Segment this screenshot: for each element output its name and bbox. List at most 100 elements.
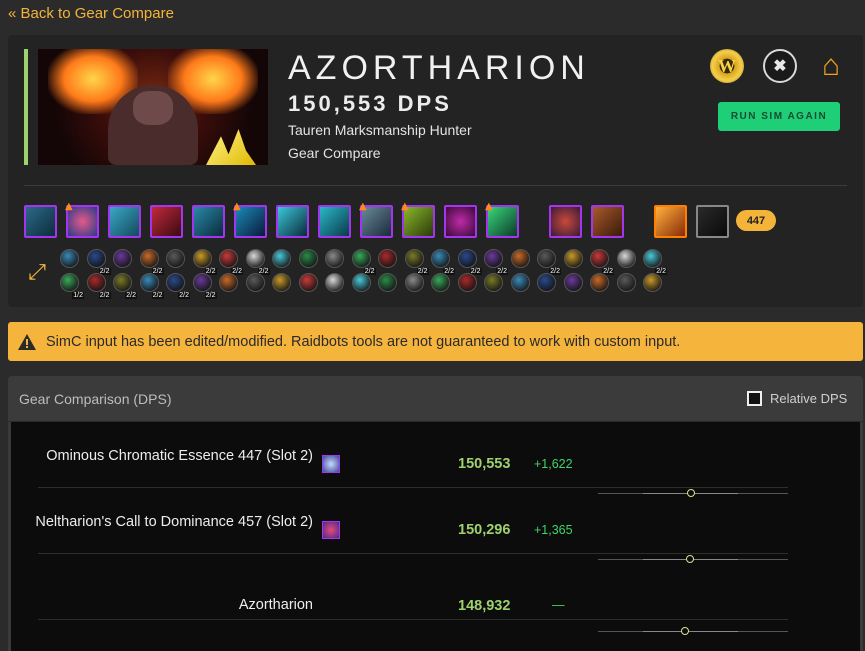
talent-icon[interactable] — [325, 249, 344, 268]
panel-header: Gear Comparison (DPS) Relative DPS — [8, 376, 863, 422]
talent-icon[interactable] — [298, 273, 318, 292]
talent-icon[interactable] — [616, 249, 636, 268]
character-dps: 150,553 DPS — [288, 91, 452, 116]
talent-icon[interactable]: 2/2 — [245, 249, 270, 275]
talent-icon[interactable] — [510, 273, 530, 292]
talent-icon[interactable] — [563, 249, 583, 268]
talent-icon[interactable] — [272, 273, 291, 292]
warning-icon — [18, 333, 36, 350]
gear-neck-icon[interactable]: ▲ — [65, 201, 99, 238]
back-to-gear-compare-link[interactable]: « Back to Gear Compare — [8, 5, 174, 22]
talent-icon[interactable] — [457, 273, 477, 292]
gear-ring1-icon[interactable] — [444, 205, 477, 238]
talent-icon[interactable]: 2/2 — [457, 249, 482, 275]
row-name: Ominous Chromatic Essence 447 (Slot 2) — [46, 448, 313, 464]
relative-dps-toggle[interactable]: Relative DPS — [747, 391, 847, 406]
chromatic-essence-icon[interactable] — [322, 455, 340, 473]
report-type: Gear Compare — [288, 145, 381, 161]
profile-divider — [24, 185, 847, 186]
talent-icon[interactable]: 2/2 — [351, 249, 376, 275]
row-name: Azortharion — [238, 597, 313, 613]
row-dps: 148,932 — [458, 598, 511, 614]
warcraft-logs-icon[interactable]: ✖ — [763, 49, 797, 83]
dps-mean-marker — [681, 627, 689, 635]
profile-card: AZORTHARION 150,553 DPS Tauren Marksmans… — [8, 35, 863, 307]
talent-icon[interactable] — [325, 273, 344, 292]
talent-rank-label: 2/2 — [178, 292, 190, 299]
comparison-table: Ominous Chromatic Essence 447 (Slot 2) 1… — [11, 422, 860, 651]
table-row: Neltharion's Call to Dominance 457 (Slot… — [35, 488, 788, 563]
gear-trinket2-icon[interactable] — [591, 205, 624, 238]
gear-mainhand-icon[interactable] — [654, 205, 687, 238]
talent-icon[interactable] — [60, 249, 79, 268]
gear-hands-icon[interactable] — [276, 205, 309, 238]
talent-icon[interactable] — [272, 249, 291, 268]
dps-range-bar — [598, 627, 788, 635]
run-sim-again-button[interactable]: RUN SIM AGAIN — [718, 102, 840, 131]
gear-trinket1-icon[interactable] — [549, 205, 582, 238]
talent-icon[interactable] — [166, 249, 185, 268]
talent-icon[interactable]: 1/2 — [60, 273, 84, 299]
talent-icon[interactable]: 2/2 — [484, 249, 508, 275]
gear-feet-icon[interactable]: ▲ — [401, 201, 435, 238]
talent-icon[interactable] — [404, 273, 424, 292]
talent-icon[interactable]: 2/2 — [431, 249, 455, 275]
gear-waist-icon[interactable] — [318, 205, 351, 238]
panel-title: Gear Comparison (DPS) — [19, 391, 172, 407]
talent-icon[interactable] — [351, 273, 371, 292]
talent-icon[interactable]: 2/2 — [643, 249, 667, 275]
talent-icon[interactable] — [590, 273, 609, 292]
talent-icon[interactable] — [616, 273, 636, 292]
talent-icon[interactable] — [113, 249, 132, 268]
talent-icon[interactable] — [537, 273, 556, 292]
talent-rank-label: 2/2 — [98, 292, 111, 299]
neltharion-call-icon[interactable] — [322, 521, 340, 539]
talent-icon[interactable] — [643, 273, 662, 292]
relative-dps-checkbox[interactable] — [747, 391, 762, 406]
talent-icon[interactable] — [484, 273, 503, 292]
talent-icon[interactable]: 2/2 — [192, 273, 217, 299]
gear-shoulder-icon[interactable] — [108, 205, 141, 238]
talent-icon[interactable]: 2/2 — [113, 273, 137, 299]
character-spec: Tauren Marksmanship Hunter — [288, 122, 472, 138]
talent-icon[interactable] — [378, 249, 397, 268]
talent-icon[interactable] — [245, 273, 265, 292]
row-delta: — — [552, 598, 565, 612]
talent-icon[interactable]: 2/2 — [139, 273, 164, 299]
raider-io-icon[interactable]: ⌂ — [814, 49, 848, 83]
gear-tabard-icon[interactable] — [696, 205, 729, 238]
wow-armory-icon[interactable]: W — [710, 49, 744, 83]
talent-icon[interactable]: 2/2 — [590, 249, 614, 275]
table-row: Azortharion 148,932 — — [38, 554, 788, 635]
row-name: Neltharion's Call to Dominance 457 (Slot… — [35, 514, 313, 530]
talent-icon[interactable]: 2/2 — [404, 249, 429, 275]
talent-rank-label: 2/2 — [204, 292, 217, 299]
talent-icon[interactable]: 2/2 — [166, 273, 190, 299]
talent-icon[interactable] — [219, 273, 238, 292]
relative-dps-label: Relative DPS — [770, 391, 848, 406]
talent-icon[interactable] — [298, 249, 318, 268]
talent-icon[interactable] — [563, 273, 583, 292]
gear-back-icon[interactable] — [150, 205, 183, 238]
gear-legs-icon[interactable]: ▲ — [359, 201, 393, 238]
gear-ring2-icon[interactable]: ▲ — [485, 201, 519, 238]
talent-icon[interactable]: 2/2 — [192, 249, 217, 275]
talent-icon[interactable]: 2/2 — [139, 249, 164, 275]
gear-wrist-icon[interactable]: ▲ — [233, 201, 267, 238]
talent-rank-label: 2/2 — [151, 292, 164, 299]
talent-icon[interactable]: 2/2 — [86, 249, 111, 275]
talent-icon[interactable] — [431, 273, 450, 292]
talent-icon[interactable] — [510, 249, 530, 268]
talent-icon[interactable]: 2/2 — [86, 273, 111, 299]
talent-icon[interactable]: 2/2 — [219, 249, 243, 275]
table-row: Ominous Chromatic Essence 447 (Slot 2) 1… — [38, 422, 788, 497]
talent-rank-label: 1/2 — [72, 292, 84, 299]
row-dps: 150,553 — [458, 456, 511, 472]
expand-talents-icon[interactable]: ⤢ — [25, 260, 49, 285]
gear-chest-icon[interactable] — [192, 205, 225, 238]
row-delta: +1,622 — [534, 457, 573, 471]
talent-icon[interactable] — [378, 273, 397, 292]
gear-head-icon[interactable] — [24, 205, 57, 238]
row-dps: 150,296 — [458, 522, 511, 538]
talent-icon[interactable]: 2/2 — [537, 249, 561, 275]
